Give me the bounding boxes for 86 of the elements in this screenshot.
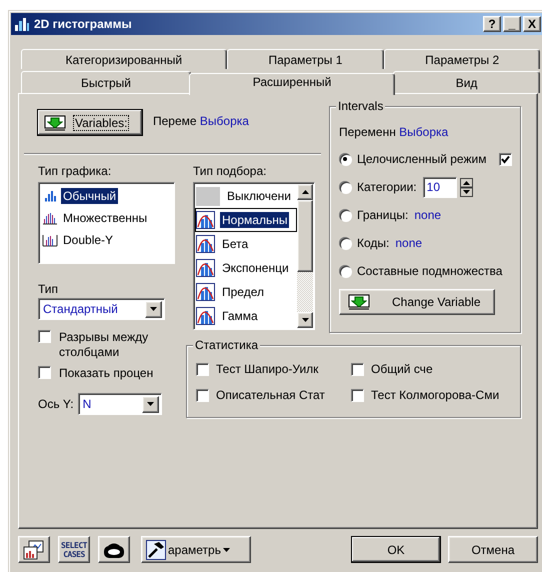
histogram-icon [42, 211, 58, 225]
variable-value: Выборка [399, 125, 448, 139]
list-item[interactable]: Выключени [195, 184, 297, 208]
tab[interactable]: Категоризированный [21, 49, 227, 69]
checkbox[interactable] [38, 330, 51, 343]
radio-label: Границы: [357, 208, 408, 222]
hammer-icon [146, 540, 166, 560]
options-button[interactable]: араметрь [141, 536, 251, 563]
checkbox-label: Показать процен [59, 366, 154, 381]
scrollbar[interactable] [297, 184, 313, 328]
type-dropdown[interactable]: Стандартный [38, 298, 165, 320]
field-label: Тип [38, 282, 58, 296]
checkbox-label: Тест Колмогорова-Сми [371, 388, 500, 402]
fit-curve-icon [196, 211, 215, 229]
select-cases-button[interactable]: SELECT CASES [58, 536, 90, 563]
list-label: Тип графика: [38, 164, 112, 178]
minimize-button[interactable]: _ [503, 16, 521, 32]
y-axis-dropdown[interactable]: N [78, 393, 162, 415]
variable-import-icon [348, 294, 370, 310]
radio-label: Составные подмножества [357, 264, 502, 278]
variable-label: Переме [153, 114, 197, 128]
checkbox-label: Разрывы между столбцами [59, 330, 150, 360]
scroll-down-icon [302, 318, 308, 322]
value-text: none [414, 208, 442, 222]
checkbox-label: Общий сче [371, 362, 433, 376]
graph-window-button[interactable] [18, 536, 50, 563]
radio-button[interactable] [339, 181, 351, 193]
chart-windows-icon [23, 540, 45, 560]
checkbox[interactable] [351, 362, 364, 376]
io-button[interactable] [98, 536, 130, 563]
window-title: 2D гистограммы [34, 17, 133, 31]
list-label: Тип подбора: [193, 164, 268, 178]
list-item[interactable]: Обычный [41, 185, 172, 207]
checkbox[interactable] [38, 366, 51, 379]
fit-curve-icon [196, 259, 215, 277]
histogram-icon [42, 189, 58, 203]
radio-button[interactable] [339, 237, 351, 249]
histogram-icon [42, 233, 58, 247]
radio-button[interactable] [339, 209, 351, 221]
variable-label: Переменн [339, 125, 396, 139]
group-title: Intervals [336, 99, 386, 113]
blank-icon [196, 186, 220, 206]
categories-field[interactable]: 10 [422, 176, 457, 198]
caret-icon [222, 548, 230, 552]
ok-button[interactable]: OK [351, 536, 441, 563]
list-item[interactable]: Бета [195, 232, 297, 256]
tab[interactable]: Параметры 2 [384, 49, 540, 69]
list-item[interactable]: Предел [195, 280, 297, 304]
list-item[interactable]: Нормальны [195, 208, 297, 232]
list-item[interactable]: Экспоненци [195, 256, 297, 280]
list-item[interactable]: Гамма [195, 304, 297, 328]
checkbox-label: Тест Шапиро-Уилк [216, 362, 318, 376]
tab[interactable]: Параметры 1 [226, 49, 384, 69]
group-title: Статистика [193, 338, 260, 352]
fit-curve-icon [196, 283, 215, 301]
list-item[interactable]: Double-Y [41, 229, 172, 251]
help-button[interactable]: ? [483, 16, 501, 32]
histogram-icon [14, 16, 30, 32]
radio-button[interactable] [339, 153, 351, 165]
radio-label: Коды: [357, 236, 390, 250]
radio-button[interactable] [339, 265, 351, 277]
change-variable-button[interactable]: Change Variable [339, 289, 495, 315]
field-label: Ось Y: [38, 397, 74, 411]
value-text: none [395, 236, 422, 250]
radio-label: Категории: [357, 180, 417, 194]
tab[interactable]: Вид [393, 71, 540, 93]
variable-import-icon [44, 114, 66, 130]
list-item[interactable]: Множественны [41, 207, 172, 229]
tab[interactable]: Быстрый [21, 71, 191, 93]
checkbox[interactable] [499, 152, 512, 166]
scroll-up-icon [302, 190, 308, 194]
checkbox-label: Описательная Стат [216, 388, 325, 402]
spinner-icon[interactable] [460, 178, 473, 196]
fit-curve-icon [196, 307, 215, 325]
variables-button[interactable]: Variables: [37, 109, 143, 136]
tab[interactable]: Расширенный [188, 73, 396, 95]
checkbox[interactable] [196, 362, 209, 376]
caret-icon [150, 307, 157, 311]
close-button[interactable]: X [523, 16, 541, 32]
fit-curve-icon [196, 235, 215, 253]
variable-value: Выборка [200, 114, 249, 128]
checkbox[interactable] [351, 388, 364, 402]
radio-label: Целочисленный режим [357, 152, 486, 166]
cancel-button[interactable]: Отмена [448, 536, 538, 563]
checkbox[interactable] [196, 388, 209, 402]
caret-icon [146, 402, 154, 406]
